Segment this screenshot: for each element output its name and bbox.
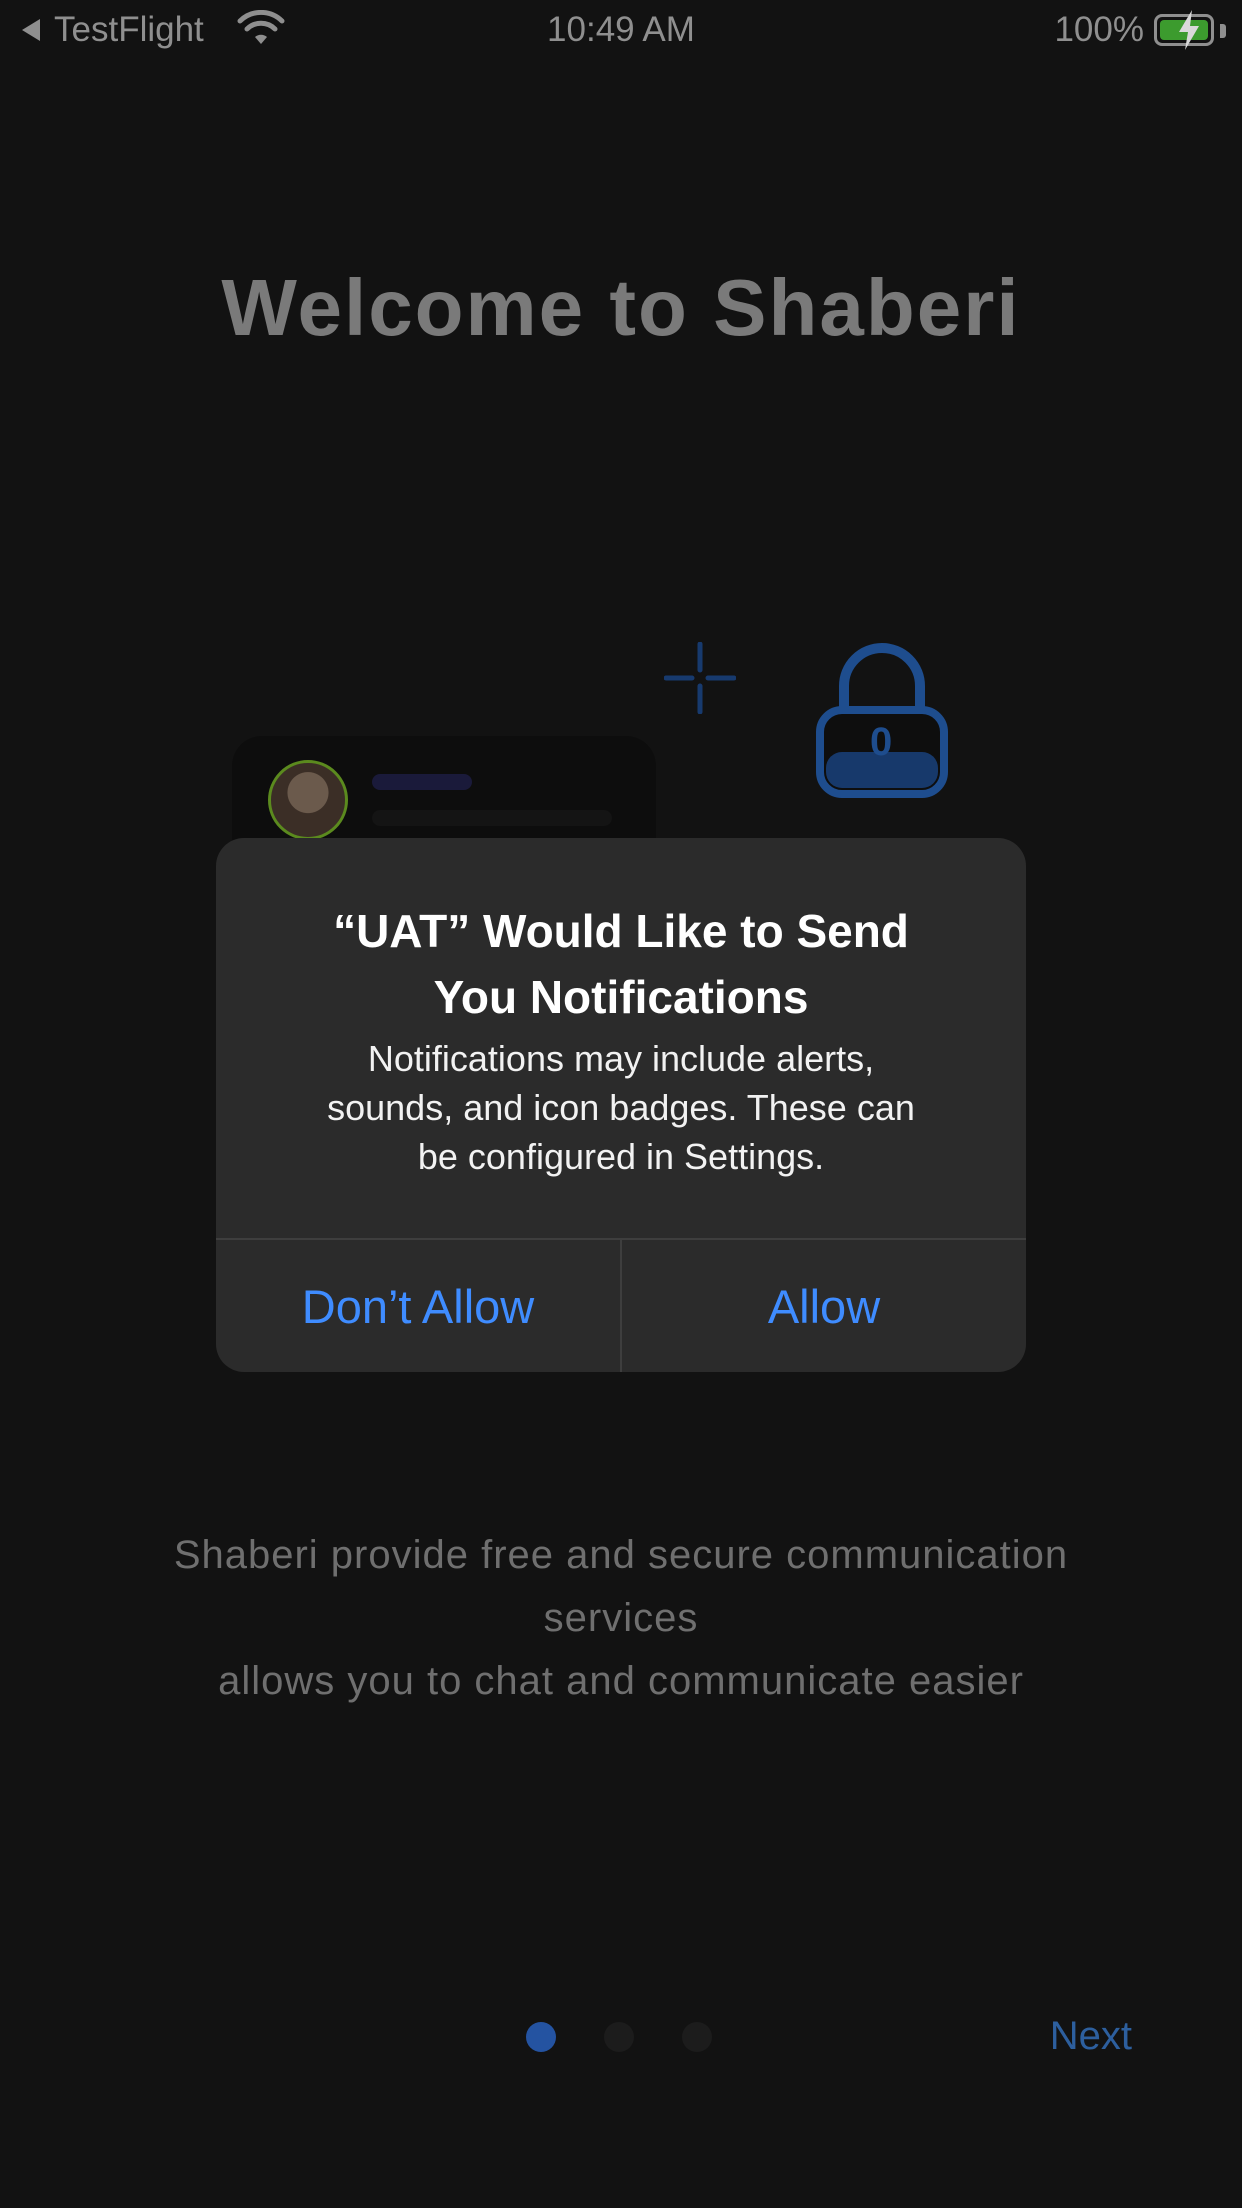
alert-title-line: You Notifications [433, 971, 809, 1023]
next-button[interactable]: Next [1050, 2014, 1132, 2059]
battery-cap [1220, 24, 1226, 38]
page-dot-3[interactable] [682, 2022, 712, 2052]
alert-title: “UAT” Would Like to Send You Notificatio… [256, 898, 986, 1030]
onboarding-screen: TestFlight 10:49 AM 100% Welcome to Shab… [0, 0, 1242, 2208]
description-line: Shaberi provide free and secure communic… [173, 1533, 1069, 1577]
alert-message-line: be configured in Settings. [417, 1136, 825, 1177]
notification-permission-alert: “UAT” Would Like to Send You Notificatio… [216, 838, 1026, 1372]
page-indicator [526, 2022, 712, 2052]
description-line: services [543, 1596, 699, 1640]
alert-title-line: “UAT” Would Like to Send [333, 905, 909, 957]
avatar [268, 760, 348, 840]
alert-message: Notifications may include alerts, sounds… [256, 1034, 986, 1181]
alert-message-line: sounds, and icon badges. These can [327, 1087, 915, 1128]
dont-allow-button[interactable]: Don’t Allow [216, 1240, 620, 1372]
lock-counter: 0 [870, 720, 893, 764]
sparkle-plus-icon [664, 642, 736, 714]
status-bar: TestFlight 10:49 AM 100% [0, 0, 1242, 64]
lock-illustration: 0 [812, 640, 952, 800]
page-dot-2[interactable] [604, 2022, 634, 2052]
alert-message-line: Notifications may include alerts, [367, 1038, 875, 1079]
placeholder-message-line [372, 810, 612, 826]
allow-button[interactable]: Allow [622, 1240, 1026, 1372]
description-line: allows you to chat and communicate easie… [218, 1659, 1024, 1703]
placeholder-name-line [372, 774, 472, 790]
charging-bolt-icon [1179, 10, 1199, 50]
onboarding-description: Shaberi provide free and secure communic… [60, 1524, 1182, 1713]
welcome-title: Welcome to Shaberi [221, 263, 1021, 352]
page-dot-1[interactable] [526, 2022, 556, 2052]
battery-percent: 100% [1054, 10, 1144, 49]
